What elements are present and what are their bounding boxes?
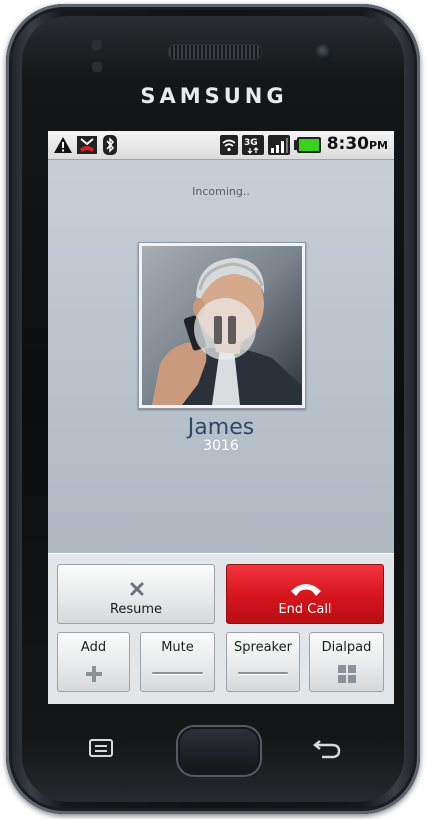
missed-call-icon — [77, 136, 97, 154]
home-button[interactable] — [176, 725, 262, 777]
end-call-label: End Call — [278, 602, 332, 617]
call-status-text: Incoming.. — [192, 185, 250, 198]
plus-icon — [86, 666, 102, 682]
status-bar: 3G 8:30PM — [48, 131, 394, 160]
back-key-icon[interactable] — [312, 736, 342, 760]
mute-label: Mute — [161, 640, 194, 655]
proximity-sensor — [92, 40, 102, 50]
screen: 3G 8:30PM Incoming.. James 3016 Resume E… — [48, 131, 394, 704]
signal-icon — [268, 135, 290, 155]
hang-up-icon — [291, 584, 321, 596]
svg-text:3G: 3G — [244, 138, 258, 148]
caller-name: James — [187, 415, 255, 440]
status-clock: 8:30PM — [326, 134, 388, 154]
menu-key-icon[interactable] — [88, 738, 114, 760]
resume-label: Resume — [109, 602, 163, 617]
mute-button[interactable]: Mute — [140, 632, 215, 692]
brand-logo: SAMSUNG — [140, 84, 288, 108]
3g-icon: 3G — [242, 135, 264, 155]
add-label: Add — [80, 640, 107, 655]
battery-icon — [294, 137, 321, 153]
call-controls-panel: Resume End Call Add Mute Spreaker Dialpa… — [48, 553, 394, 704]
end-call-button[interactable]: End Call — [226, 564, 384, 624]
wifi-icon — [220, 135, 238, 155]
close-icon — [130, 582, 144, 596]
add-call-button[interactable]: Add — [57, 632, 130, 692]
toggle-indicator-icon — [151, 672, 204, 674]
dialpad-grid-icon — [338, 665, 356, 683]
bluetooth-icon — [103, 135, 117, 155]
speaker-label: Spreaker — [234, 640, 292, 655]
toggle-indicator-icon — [237, 672, 289, 674]
caller-photo — [142, 246, 302, 405]
earpiece-speaker — [168, 44, 262, 60]
light-sensor — [92, 62, 102, 72]
dialpad-label: Dialpad — [321, 640, 372, 655]
caller-photo-frame — [138, 242, 306, 409]
pause-icon[interactable] — [194, 298, 256, 360]
warning-icon — [54, 137, 72, 153]
caller-number: 3016 — [203, 438, 239, 454]
dialpad-button[interactable]: Dialpad — [309, 632, 384, 692]
speaker-button[interactable]: Spreaker — [226, 632, 300, 692]
resume-button[interactable]: Resume — [57, 564, 215, 624]
front-camera — [316, 44, 332, 60]
